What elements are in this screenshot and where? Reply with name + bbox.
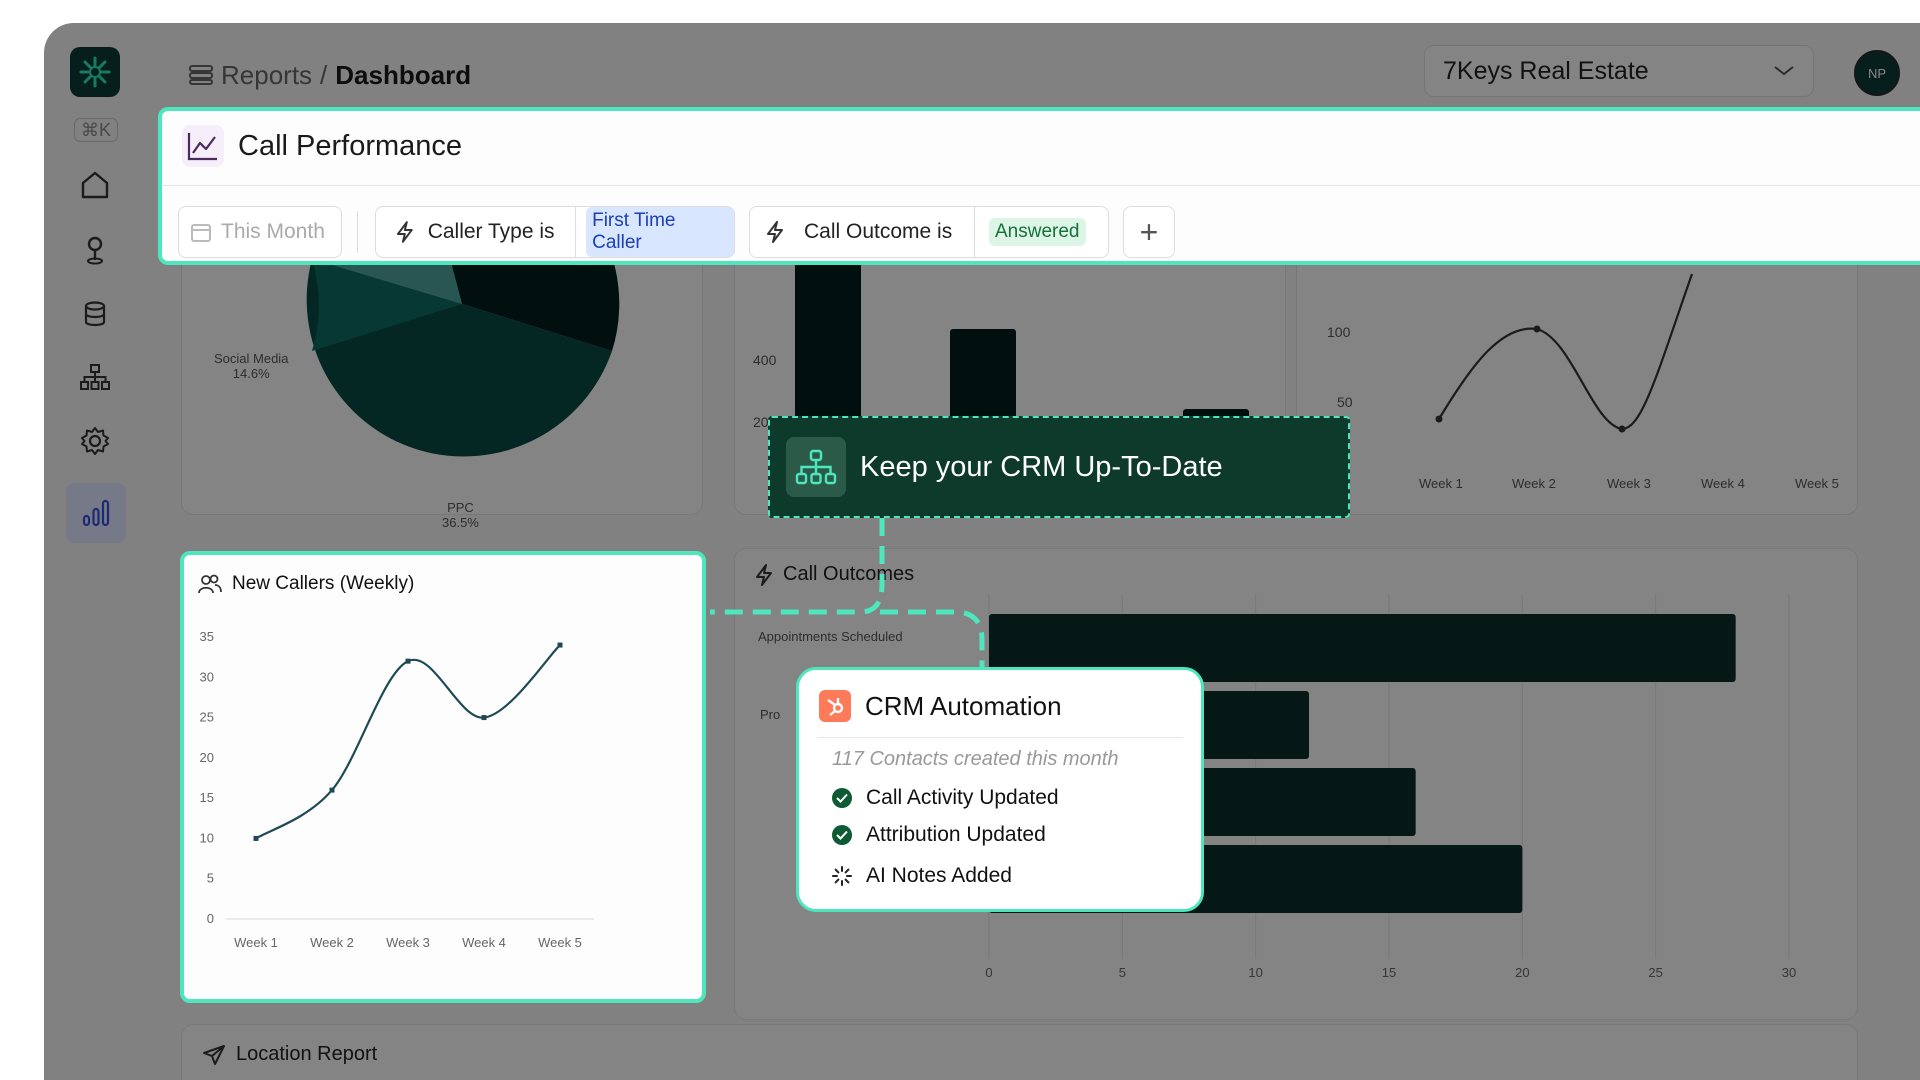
date-filter-button[interactable]: This Month xyxy=(178,206,342,258)
location-report-card: Location Report xyxy=(181,1024,1858,1080)
line-chart-icon xyxy=(187,133,217,161)
panel-header: Call Performance xyxy=(182,125,462,167)
crm-automation-card: CRM Automation 117 Contacts created this… xyxy=(796,667,1204,912)
lightning-icon xyxy=(767,221,783,243)
x-tick-label: 25 xyxy=(1648,965,1662,980)
x-tick-label: 30 xyxy=(1782,965,1796,980)
sidebar-item-reports[interactable] xyxy=(66,483,126,543)
crm-item-ai-notes: AI Notes Added xyxy=(832,864,1012,888)
x-tick-label: Week 3 xyxy=(386,935,430,950)
y-tick-label: 5 xyxy=(207,871,214,886)
check-circle-icon xyxy=(832,825,852,845)
sidebar-item-data[interactable] xyxy=(74,293,116,335)
caller-type-label: Caller Type is xyxy=(427,220,555,243)
check-circle-icon xyxy=(832,788,852,808)
y-tick-label: 30 xyxy=(200,669,214,684)
call-outcome-value[interactable]: Answered xyxy=(989,218,1086,246)
line-x-week3: Week 3 xyxy=(1607,476,1651,491)
command-shortcut[interactable]: ⌘K xyxy=(74,118,118,142)
logo-icon xyxy=(79,56,111,88)
crm-item-call-activity: Call Activity Updated xyxy=(832,786,1059,810)
avatar[interactable]: NP xyxy=(1854,50,1900,96)
sidebar-item-integrations[interactable] xyxy=(74,356,116,398)
divider xyxy=(162,185,1920,186)
breadcrumb-dashboard: Dashboard xyxy=(335,59,472,90)
trend-icon-box xyxy=(182,125,224,167)
chevron-down-icon xyxy=(1774,66,1794,76)
home-icon xyxy=(81,171,109,199)
series-line xyxy=(255,644,561,840)
data-point xyxy=(557,642,563,648)
call-outcome-filter[interactable]: Call Outcome is Answered xyxy=(749,206,1109,258)
breadcrumb: Reports / Dashboard xyxy=(189,55,471,95)
location-report-title: Location Report xyxy=(236,1043,378,1065)
panel-title: Call Performance xyxy=(238,129,463,162)
sitemap-icon xyxy=(795,449,837,485)
y-tick-label: 15 xyxy=(200,790,214,805)
organization-name: 7Keys Real Estate xyxy=(1443,56,1649,85)
add-filter-button[interactable]: + xyxy=(1123,206,1175,258)
line-x-week2: Week 2 xyxy=(1512,476,1556,491)
hubspot-icon xyxy=(819,690,851,722)
bar-chart-icon xyxy=(82,499,110,527)
location-pin-icon xyxy=(87,236,103,265)
x-tick-label: 15 xyxy=(1382,965,1396,980)
x-tick-label: 5 xyxy=(1119,965,1126,980)
sidebar-item-home[interactable] xyxy=(74,164,116,206)
x-tick-label: Week 1 xyxy=(234,935,278,950)
loading-spinner-icon xyxy=(832,866,852,886)
y-tick-label: 10 xyxy=(200,830,214,845)
x-tick-label: 0 xyxy=(985,965,992,980)
lightning-icon xyxy=(396,221,413,243)
app-logo[interactable] xyxy=(70,47,120,97)
report-stack-icon xyxy=(189,65,213,85)
calendar-icon xyxy=(191,224,211,242)
data-point xyxy=(481,715,487,721)
y-tick-label: 25 xyxy=(200,710,214,725)
send-icon xyxy=(203,1044,225,1065)
y-tick-label: 20 xyxy=(200,750,214,765)
caller-type-filter[interactable]: Caller Type is First Time Caller xyxy=(375,206,735,258)
line-x-week1: Week 1 xyxy=(1419,476,1463,491)
organization-selector[interactable]: 7Keys Real Estate xyxy=(1424,45,1814,97)
date-filter-label: This Month xyxy=(221,220,325,243)
crm-banner: Keep your CRM Up-To-Date xyxy=(768,416,1350,518)
data-point xyxy=(329,787,335,793)
sidebar-item-locations[interactable] xyxy=(74,229,116,271)
crm-item-attribution: Attribution Updated xyxy=(832,823,1046,847)
x-tick-label: Week 2 xyxy=(310,935,354,950)
pie-label-social: Social Media 14.6% xyxy=(214,351,289,381)
x-tick-label: 20 xyxy=(1515,965,1529,980)
crm-automation-header: CRM Automation xyxy=(819,690,1062,722)
x-tick-label: Week 4 xyxy=(462,935,506,950)
pie-label-ppc: PPC 36.5% xyxy=(442,500,479,530)
y-tick-label: 35 xyxy=(200,629,214,644)
new-callers-line-chart: 0 5 10 15 20 25 30 35 Week 1 Week 2 Week 3 Week 4 We… xyxy=(200,629,594,950)
filter-divider xyxy=(357,211,358,253)
gear-icon xyxy=(81,427,109,455)
call-outcome-label: Call Outcome is xyxy=(804,220,953,243)
sidebar-item-settings[interactable] xyxy=(74,420,116,462)
data-point xyxy=(253,835,259,841)
line-x-week4: Week 4 xyxy=(1701,476,1745,491)
x-tick-label: 10 xyxy=(1248,965,1262,980)
database-icon xyxy=(84,301,106,327)
call-performance-panel: Call Performance This Month Caller Type … xyxy=(158,107,1920,265)
sitemap-icon xyxy=(80,364,110,390)
breadcrumb-reports[interactable]: Reports xyxy=(221,60,312,91)
line-x-week5: Week 5 xyxy=(1795,476,1839,491)
crm-subtitle: 117 Contacts created this month xyxy=(832,748,1119,770)
sitemap-icon-box xyxy=(786,437,846,497)
crm-banner-text: Keep your CRM Up-To-Date xyxy=(860,450,1223,483)
divider xyxy=(817,737,1183,738)
y-tick-label: 0 xyxy=(207,911,214,926)
breadcrumb-separator: / xyxy=(320,59,328,90)
x-tick-label: Week 5 xyxy=(538,935,582,950)
new-callers-card: New Callers (Weekly) 0 5 10 15 20 25 30 35 Week … xyxy=(180,551,706,1003)
crm-automation-title: CRM Automation xyxy=(865,690,1062,721)
data-point xyxy=(405,658,411,664)
caller-type-value[interactable]: First Time Caller xyxy=(586,207,734,257)
